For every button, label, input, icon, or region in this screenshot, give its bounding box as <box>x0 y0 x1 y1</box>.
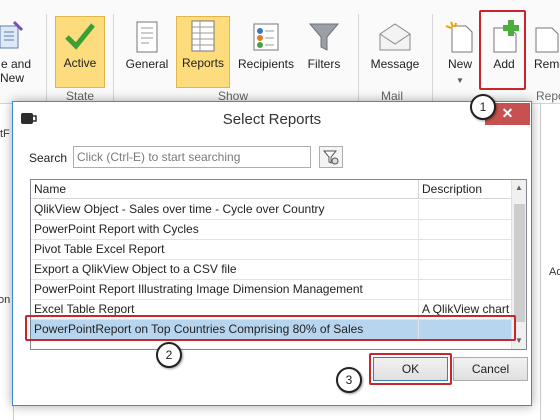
recipients-label: Recipients <box>237 57 295 71</box>
selected-row-highlight <box>25 315 516 341</box>
reports-view-icon <box>191 20 215 52</box>
filters-label: Filters <box>307 57 341 71</box>
active-label: Active <box>63 56 97 70</box>
table-row[interactable]: Pivot Table Excel Report <box>31 240 511 260</box>
row-description <box>418 220 511 239</box>
general-button[interactable]: General <box>122 0 172 92</box>
select-reports-dialog: Select Reports ✕ Search Name Description… <box>12 101 532 406</box>
table-row[interactable]: PowerPoint Report Illustrating Image Dim… <box>31 280 511 300</box>
step-callout-1: 1 <box>470 94 496 120</box>
funnel-icon <box>308 23 340 51</box>
remove-label: Remo <box>534 57 560 71</box>
left-cut-text: tF <box>0 128 10 140</box>
table-row[interactable]: Export a QlikView Object to a CSV file <box>31 260 511 280</box>
left-cut-text-2: on <box>0 294 11 306</box>
new-button[interactable]: New ▼ <box>440 0 480 92</box>
step-callout-3: 3 <box>336 367 362 393</box>
filters-button[interactable]: Filters <box>300 0 348 92</box>
active-toggle-button[interactable]: Active <box>55 16 105 88</box>
recipients-button[interactable]: Recipients <box>236 0 296 92</box>
save-and-new-button[interactable]: e and New <box>0 0 38 92</box>
new-label: New <box>447 57 472 71</box>
ribbon: e and New Active State General Reports R… <box>0 0 560 104</box>
row-name: Export a QlikView Object to a CSV file <box>34 262 237 276</box>
checkmark-icon <box>65 23 95 50</box>
reports-toggle-button[interactable]: Reports <box>176 16 230 88</box>
search-input[interactable] <box>73 146 311 168</box>
funnel-settings-icon <box>322 150 339 165</box>
new-dropdown-icon: ▼ <box>456 76 464 85</box>
column-header-name[interactable]: Name <box>31 180 418 199</box>
row-description <box>418 240 511 259</box>
envelope-icon <box>379 23 411 51</box>
right-cut-text: Adv <box>549 266 560 278</box>
dialog-title: Select Reports <box>222 111 322 128</box>
scroll-up-icon[interactable]: ▲ <box>515 183 523 192</box>
ribbon-separator <box>46 14 47 102</box>
ribbon-separator <box>432 14 433 102</box>
add-button-highlight <box>479 10 526 90</box>
message-button[interactable]: Message <box>366 0 424 92</box>
row-description <box>418 260 511 279</box>
ribbon-separator <box>113 14 114 102</box>
search-filter-button[interactable] <box>319 146 343 168</box>
cancel-button[interactable]: Cancel <box>453 357 528 381</box>
row-name: QlikView Object - Sales over time - Cycl… <box>34 202 325 216</box>
recipients-icon <box>253 23 279 51</box>
save-and-new-label-1: e and <box>0 57 32 71</box>
dialog-titlebar[interactable]: Select Reports ✕ <box>13 102 531 135</box>
save-new-icon <box>0 20 24 49</box>
save-and-new-label-2: New <box>0 71 25 85</box>
table-row[interactable]: PowerPoint Report with Cycles <box>31 220 511 240</box>
reports-label: Reports <box>181 56 225 70</box>
scroll-down-icon[interactable]: ▼ <box>515 336 523 345</box>
remove-button[interactable]: Remo <box>528 0 560 92</box>
row-description <box>418 200 511 219</box>
row-description <box>418 280 511 299</box>
main-window-right-edge: Adv <box>540 104 560 420</box>
close-icon: ✕ <box>501 105 514 121</box>
step-callout-2: 2 <box>156 342 182 368</box>
general-label: General <box>125 57 169 71</box>
message-label: Message <box>370 57 420 71</box>
search-label: Search <box>29 151 68 165</box>
new-document-icon <box>445 21 473 53</box>
column-header-description[interactable]: Description <box>418 180 511 199</box>
reports-group-label: Repo <box>536 89 560 103</box>
ribbon-separator <box>358 14 359 102</box>
row-name: PowerPoint Report Illustrating Image Dim… <box>34 282 363 296</box>
table-row[interactable]: QlikView Object - Sales over time - Cycl… <box>31 200 511 220</box>
row-name: Pivot Table Excel Report <box>34 242 165 256</box>
row-name: PowerPoint Report with Cycles <box>34 222 199 236</box>
remove-report-icon <box>535 27 559 53</box>
scrollbar-thumb[interactable] <box>514 204 525 322</box>
general-view-icon <box>136 21 158 53</box>
ok-button-highlight <box>369 353 452 385</box>
